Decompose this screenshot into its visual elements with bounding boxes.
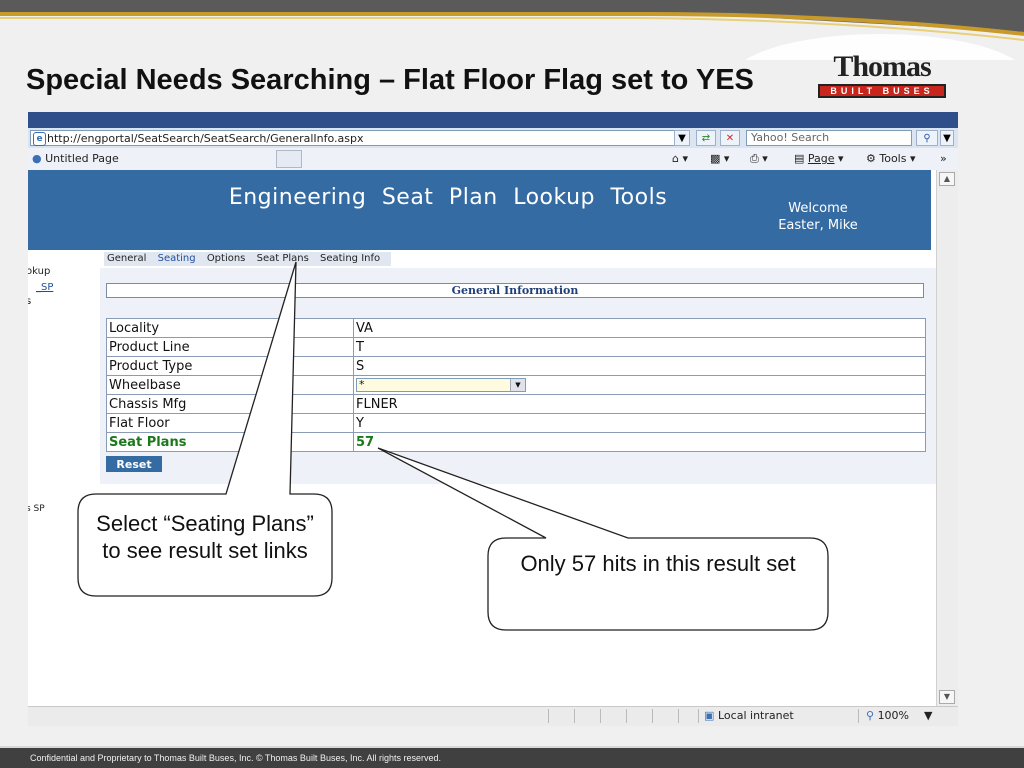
callout-shapes: [77, 261, 829, 631]
callout-seating-plans: Select “Seating Plans” to see result set…: [96, 511, 314, 563]
footer-text: Confidential and Proprietary to Thomas B…: [30, 753, 441, 763]
callout-bubble-hits: [377, 447, 829, 631]
callout-hits: Only 57 hits in this result set: [520, 551, 796, 576]
slide-footer: Confidential and Proprietary to Thomas B…: [0, 746, 1024, 768]
